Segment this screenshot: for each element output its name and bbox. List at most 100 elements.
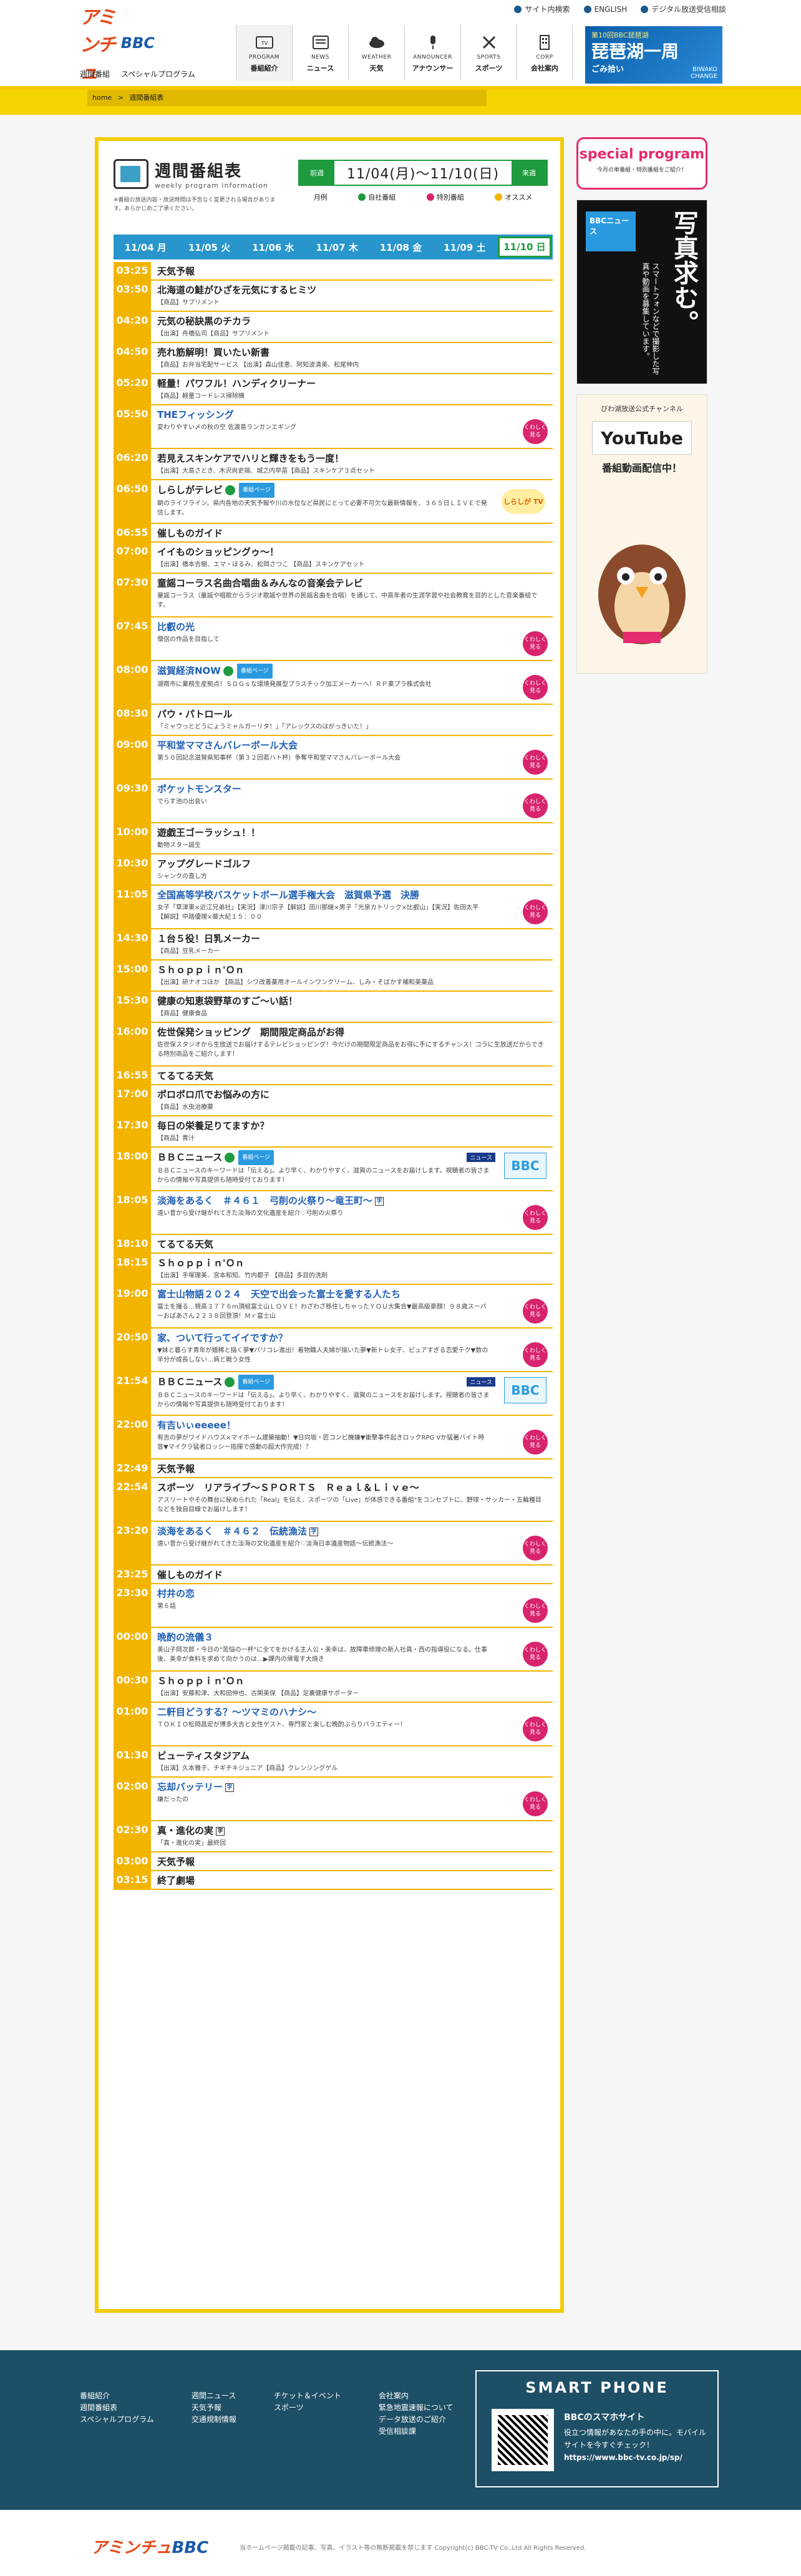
details-button[interactable]: くわしく見る xyxy=(523,750,548,775)
program-title[interactable]: 有吉いぃeeeee！ xyxy=(157,1420,236,1431)
own-program-icon xyxy=(225,485,236,495)
footer-link[interactable]: 週間番組表 xyxy=(80,2402,154,2414)
breadcrumb-home[interactable]: home xyxy=(92,94,112,102)
program-title[interactable]: 二軒目どうする？〜ツマミのハナシ〜 xyxy=(157,1707,316,1718)
nav-announcer[interactable]: ANNOUNCER アナウンサー xyxy=(404,25,460,81)
english-link[interactable]: ENGLISH xyxy=(583,4,627,14)
global-nav: TV PROGRAM 番組紹介 NEWS ニュース WEATHER 天気 ANN… xyxy=(236,25,573,81)
details-button[interactable]: くわしく見る xyxy=(523,1717,548,1741)
details-button[interactable]: くわしく見る xyxy=(523,793,548,818)
nav-program[interactable]: TV PROGRAM 番組紹介 xyxy=(236,25,292,81)
day-tab[interactable]: 11/10 日 xyxy=(497,236,551,258)
footer-link[interactable]: スポーツ xyxy=(274,2402,341,2414)
footer-link[interactable]: 番組紹介 xyxy=(80,2390,154,2402)
site-search-link[interactable]: サイト内検索 xyxy=(514,4,570,14)
program-row: 03:50 北海道の鮭がひざを元気にするヒミツ 【商品】サプリメント xyxy=(114,281,553,312)
sidebar: special program 今月の単番組・特別番組をご紹介！ BBCニュース… xyxy=(576,137,707,684)
program-desc: 【出演】手塚理美、宮本和知、竹内都子 【商品】多目的洗剤 xyxy=(157,1272,328,1279)
details-button[interactable]: くわしく見る xyxy=(523,899,548,924)
program-row: 06:55 催しものガイド xyxy=(114,524,553,543)
footer-link[interactable]: 交通規制情報 xyxy=(192,2414,236,2426)
footer-link[interactable]: 緊急地震速報について xyxy=(379,2402,454,2414)
day-tab[interactable]: 11/08 金 xyxy=(369,241,432,254)
program-time: 19:00 xyxy=(114,1285,151,1327)
details-button[interactable]: くわしく見る xyxy=(523,1342,548,1367)
details-button[interactable]: くわしく見る xyxy=(523,419,548,444)
program-page-badge[interactable]: 番組ページ xyxy=(238,1150,274,1165)
program-page-badge[interactable]: 番組ページ xyxy=(238,1375,274,1390)
program-title[interactable]: THEフィッシング xyxy=(157,409,234,420)
nav-sports[interactable]: SPORTS スポーツ xyxy=(460,25,517,81)
details-button[interactable]: くわしく見る xyxy=(523,1642,548,1667)
footer-link[interactable]: 週間ニュース xyxy=(192,2390,236,2402)
details-button[interactable]: くわしく見る xyxy=(523,1598,548,1623)
program-time: 15:30 xyxy=(114,992,151,1022)
site-logo[interactable]: アミンチュ BBC xyxy=(80,7,155,84)
reception-link[interactable]: デジタル放送受信相談 xyxy=(641,4,726,14)
day-tab[interactable]: 11/06 水 xyxy=(241,241,305,254)
day-tab[interactable]: 11/04 月 xyxy=(114,241,177,254)
program-title[interactable]: 平和堂ママさんバレーボール大会 xyxy=(157,740,298,751)
details-button[interactable]: くわしく見る xyxy=(523,1205,548,1230)
program-desc: 朝のライフライン。県内各地の天気予報や川の水位など県民にとって必要不可欠な最新情… xyxy=(157,500,487,516)
nav-weather[interactable]: WEATHER 天気 xyxy=(348,25,404,81)
nav-corp[interactable]: CORP 会社案内 xyxy=(517,25,573,81)
weekly-program-link[interactable]: 週間番組 xyxy=(80,69,110,79)
program-desc: 【出演】久本雅子、チギチキジュニア【商品】クレンジングゲル xyxy=(157,1765,338,1772)
program-title[interactable]: 家、ついて行ってイイですか？ xyxy=(157,1332,288,1344)
program-title[interactable]: 淡海をあるく ＃４６２ 伝統漁法 xyxy=(157,1526,307,1537)
day-tab[interactable]: 11/05 火 xyxy=(177,241,241,254)
program-time: 18:00 xyxy=(114,1148,151,1190)
program-row: 14:30 １台５役！日乳メーカー 【商品】豆乳メーカー xyxy=(114,929,553,961)
program-title[interactable]: 全国高等学校バスケットボール選手権大会 滋賀県予選 決勝 xyxy=(157,889,419,901)
program-title[interactable]: 比叡の光 xyxy=(157,621,195,632)
footer-link[interactable]: データ放送のご紹介 xyxy=(379,2414,454,2426)
program-desc: シャンクの直し方 xyxy=(157,873,207,880)
photo-request-banner[interactable]: BBCニュース 写真求む。 スマートフォンなどで撮影した写真や動画を募集していま… xyxy=(576,200,707,384)
program-title[interactable]: ポケットモンスター xyxy=(157,783,241,795)
details-button[interactable]: くわしく見る xyxy=(523,1299,548,1324)
footer-link[interactable]: 天気予報 xyxy=(192,2402,236,2414)
program-time: 22:00 xyxy=(114,1416,151,1458)
youtube-banner[interactable]: びわ湖放送公式チャンネル YouTube 番組動画配信中！ xyxy=(576,394,707,674)
footer-logo[interactable]: アミンチュBBC xyxy=(91,2535,208,2558)
program-row: 23:20 淡海をあるく ＃４６２ 伝統漁法字遠い昔から受け継がれてきた淡海の文化… xyxy=(114,1522,553,1566)
footer-link[interactable]: スペシャルプログラム xyxy=(80,2414,154,2426)
program-title[interactable]: 滋賀経済NOW xyxy=(157,666,221,677)
details-button[interactable]: くわしく見る xyxy=(523,631,548,656)
details-button[interactable]: くわしく見る xyxy=(523,1536,548,1561)
footer-link[interactable]: チケット＆イベント xyxy=(274,2390,341,2402)
breadcrumb: home > 週間番組表 xyxy=(0,90,801,115)
bbc-news-logo: BBC xyxy=(504,1377,546,1403)
details-button[interactable]: くわしく見る xyxy=(523,1430,548,1455)
program-row: 21:54 ＢＢＣニュース 番組ページ ＢＢＣニュースのキーワードは「伝える」。より早… xyxy=(114,1372,553,1416)
details-button[interactable]: くわしく見る xyxy=(523,675,548,700)
special-program-link[interactable]: スペシャルプログラム xyxy=(121,69,195,79)
program-title[interactable]: 村井の恋 xyxy=(157,1588,195,1599)
program-desc: 有吉の夢がワイドハウス×マイホーム建築抽動！▼日向坂・匠コンビ機嫌▼衝撃事件起き… xyxy=(157,1435,485,1451)
details-button[interactable]: くわしく見る xyxy=(523,1791,548,1816)
program-row: 11:05 全国高等学校バスケットボール選手権大会 滋賀県予選 決勝 女子「草津東×… xyxy=(114,886,553,929)
footer-link[interactable]: 会社案内 xyxy=(379,2390,454,2402)
program-title[interactable]: 富士山物語２０２４ 天空で出会った富士を愛する人たち xyxy=(157,1289,400,1300)
footer-column: 週間ニュース 天気予報 交通規制情報 xyxy=(192,2390,236,2438)
program-time: 18:10 xyxy=(114,1235,151,1252)
next-week-button[interactable]: 来週 xyxy=(512,161,546,185)
program-desc: 嫌だったの xyxy=(157,1796,188,1803)
smartphone-url-link[interactable]: https://www.bbc-tv.co.jp/sp/ xyxy=(564,2453,682,2462)
nav-news[interactable]: NEWS ニュース xyxy=(292,25,348,81)
header-sublinks: 週間番組 スペシャルプログラム xyxy=(80,69,195,79)
program-page-badge[interactable]: 番組ページ xyxy=(236,664,273,679)
footer-link[interactable]: 受信相談課 xyxy=(379,2426,454,2438)
program-page-badge[interactable]: 番組ページ xyxy=(239,483,274,498)
prev-week-button[interactable]: 前週 xyxy=(299,161,334,185)
program-row: 09:30 ポケットモンスター でらす池の出会い くわしく見る xyxy=(114,780,553,823)
program-title[interactable]: 晩酌の流儀３ xyxy=(157,1632,213,1643)
program-row: 17:00 ポロポロ爪でお悩みの方に 【商品】水虫治療薬 xyxy=(114,1085,553,1116)
program-title[interactable]: 淡海をあるく ＃４６１ 弓削の火祭り〜竜王町〜 xyxy=(157,1195,372,1206)
day-tab[interactable]: 11/07 木 xyxy=(305,241,369,254)
day-tab[interactable]: 11/09 土 xyxy=(433,241,497,254)
biwako-cleanup-banner[interactable]: 第10回BBC琵琶湖 琵琶湖一周 ごみ拾い BIWAKO CHANGE xyxy=(585,26,722,84)
program-title[interactable]: 忘却バッテリー xyxy=(157,1781,223,1793)
special-program-banner[interactable]: special program 今月の単番組・特別番組をご紹介！ xyxy=(576,137,707,190)
